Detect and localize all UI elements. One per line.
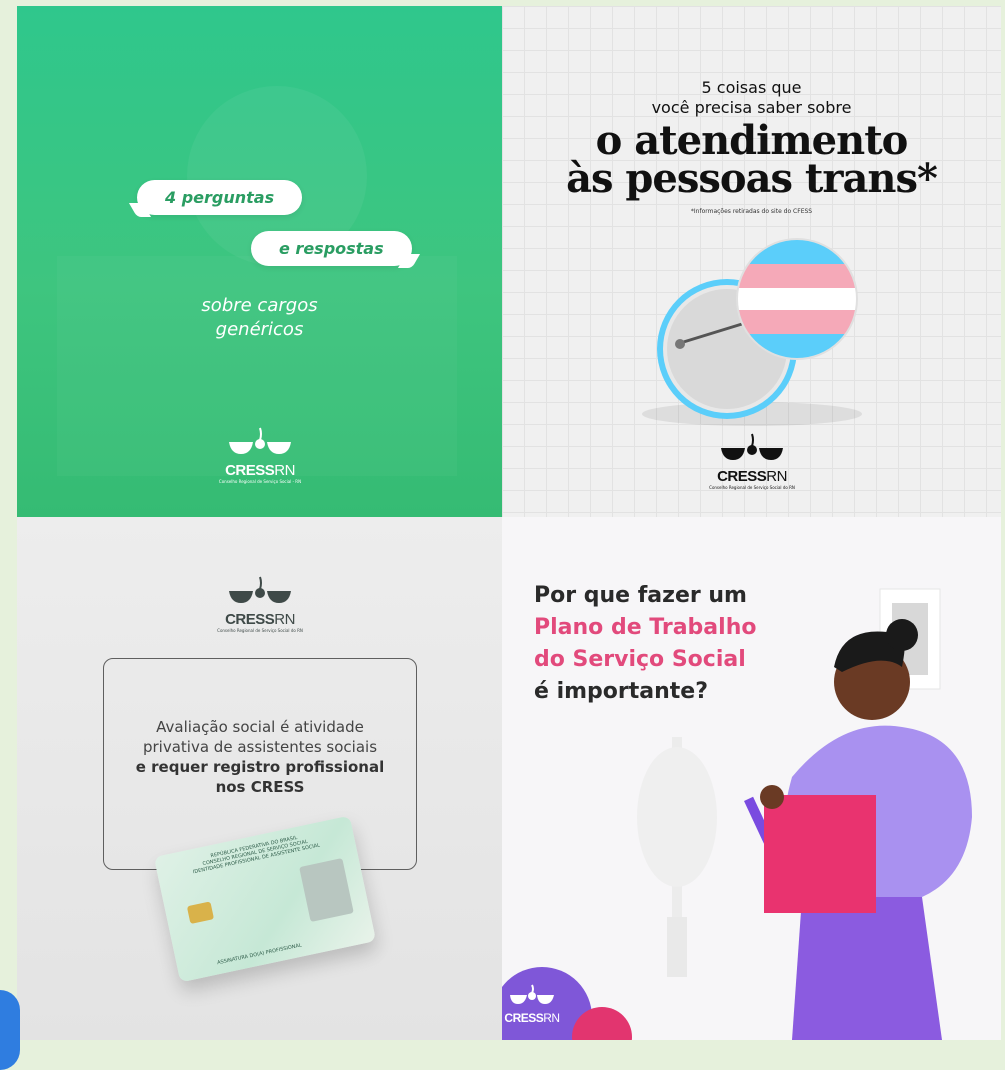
cress-logo-icon: [229, 427, 291, 454]
kicker-line: você precisa saber sobre: [651, 98, 852, 117]
post-tile-avaliacao-social[interactable]: CRESSRN Conselho Regional de Serviço Soc…: [17, 517, 502, 1040]
logo-suffix: RN: [766, 468, 787, 485]
message-line: Avaliação social é atividade: [156, 718, 364, 736]
post-tile-cargos-genericos[interactable]: 4 perguntas e respostas sobre cargos gen…: [17, 6, 502, 517]
card-chip: [186, 901, 215, 925]
logo-tagline: Conselho Regional de Serviço Social - RN: [218, 479, 302, 484]
woman-with-clipboard-illustration: [502, 588, 972, 1040]
logo-tagline: Conselho Regional de Serviço Social do R…: [709, 485, 795, 490]
logo-name: CRESS: [504, 1011, 544, 1025]
cress-logo: CRESSRN: [502, 983, 562, 1025]
cress-logo-icon: [229, 576, 291, 603]
cress-logo: CRESSRN Conselho Regional de Serviço Soc…: [702, 432, 802, 490]
logo-suffix: RN: [543, 1011, 560, 1025]
subtitle: sobre cargos genéricos: [17, 294, 502, 342]
cress-logo-icon: [721, 433, 783, 460]
trans-flag-pins-illustration: [642, 238, 862, 426]
post-tile-pessoas-trans[interactable]: 5 coisas que você precisa saber sobre o …: [502, 6, 1001, 517]
logo-name: CRESS: [225, 611, 275, 628]
kicker-line: 5 coisas que: [701, 78, 802, 97]
speech-bubble-respostas: e respostas: [251, 231, 412, 266]
card-signature-label: ASSINATURA DO(A) PROFISSIONAL: [216, 942, 303, 967]
cress-logo: CRESSRN Conselho Regional de Serviço Soc…: [212, 426, 308, 484]
logo-name: CRESS: [717, 468, 767, 485]
message-bold-line: nos CRESS: [215, 778, 305, 796]
card-photo: [299, 858, 354, 922]
cress-logo-icon: [510, 984, 554, 1004]
logo-suffix: RN: [274, 611, 295, 628]
headline-line: às pessoas trans*: [566, 155, 938, 202]
post-tile-plano-de-trabalho[interactable]: Por que fazer um Plano de Trabalho do Se…: [502, 517, 1001, 1040]
headline: o atendimento às pessoas trans*: [502, 121, 1001, 202]
cress-logo: CRESSRN Conselho Regional de Serviço Soc…: [212, 575, 308, 633]
message: Avaliação social é atividade privativa d…: [103, 717, 417, 797]
source-note: *Informações retiradas do site do CFESS: [690, 208, 813, 215]
logo-name: CRESS: [225, 462, 275, 479]
message-line: privativa de assistentes sociais: [142, 738, 378, 756]
kicker: 5 coisas que você precisa saber sobre: [502, 78, 1001, 118]
speech-bubble-perguntas: 4 perguntas: [137, 180, 303, 215]
subtitle-line: sobre cargos: [201, 295, 318, 316]
logo-suffix: RN: [274, 462, 295, 479]
partial-avatar-edge: [0, 990, 20, 1070]
message-bold-line: e requer registro profissional: [135, 758, 385, 776]
logo-tagline: Conselho Regional de Serviço Social do R…: [217, 628, 303, 633]
subtitle-line: genéricos: [215, 319, 304, 340]
